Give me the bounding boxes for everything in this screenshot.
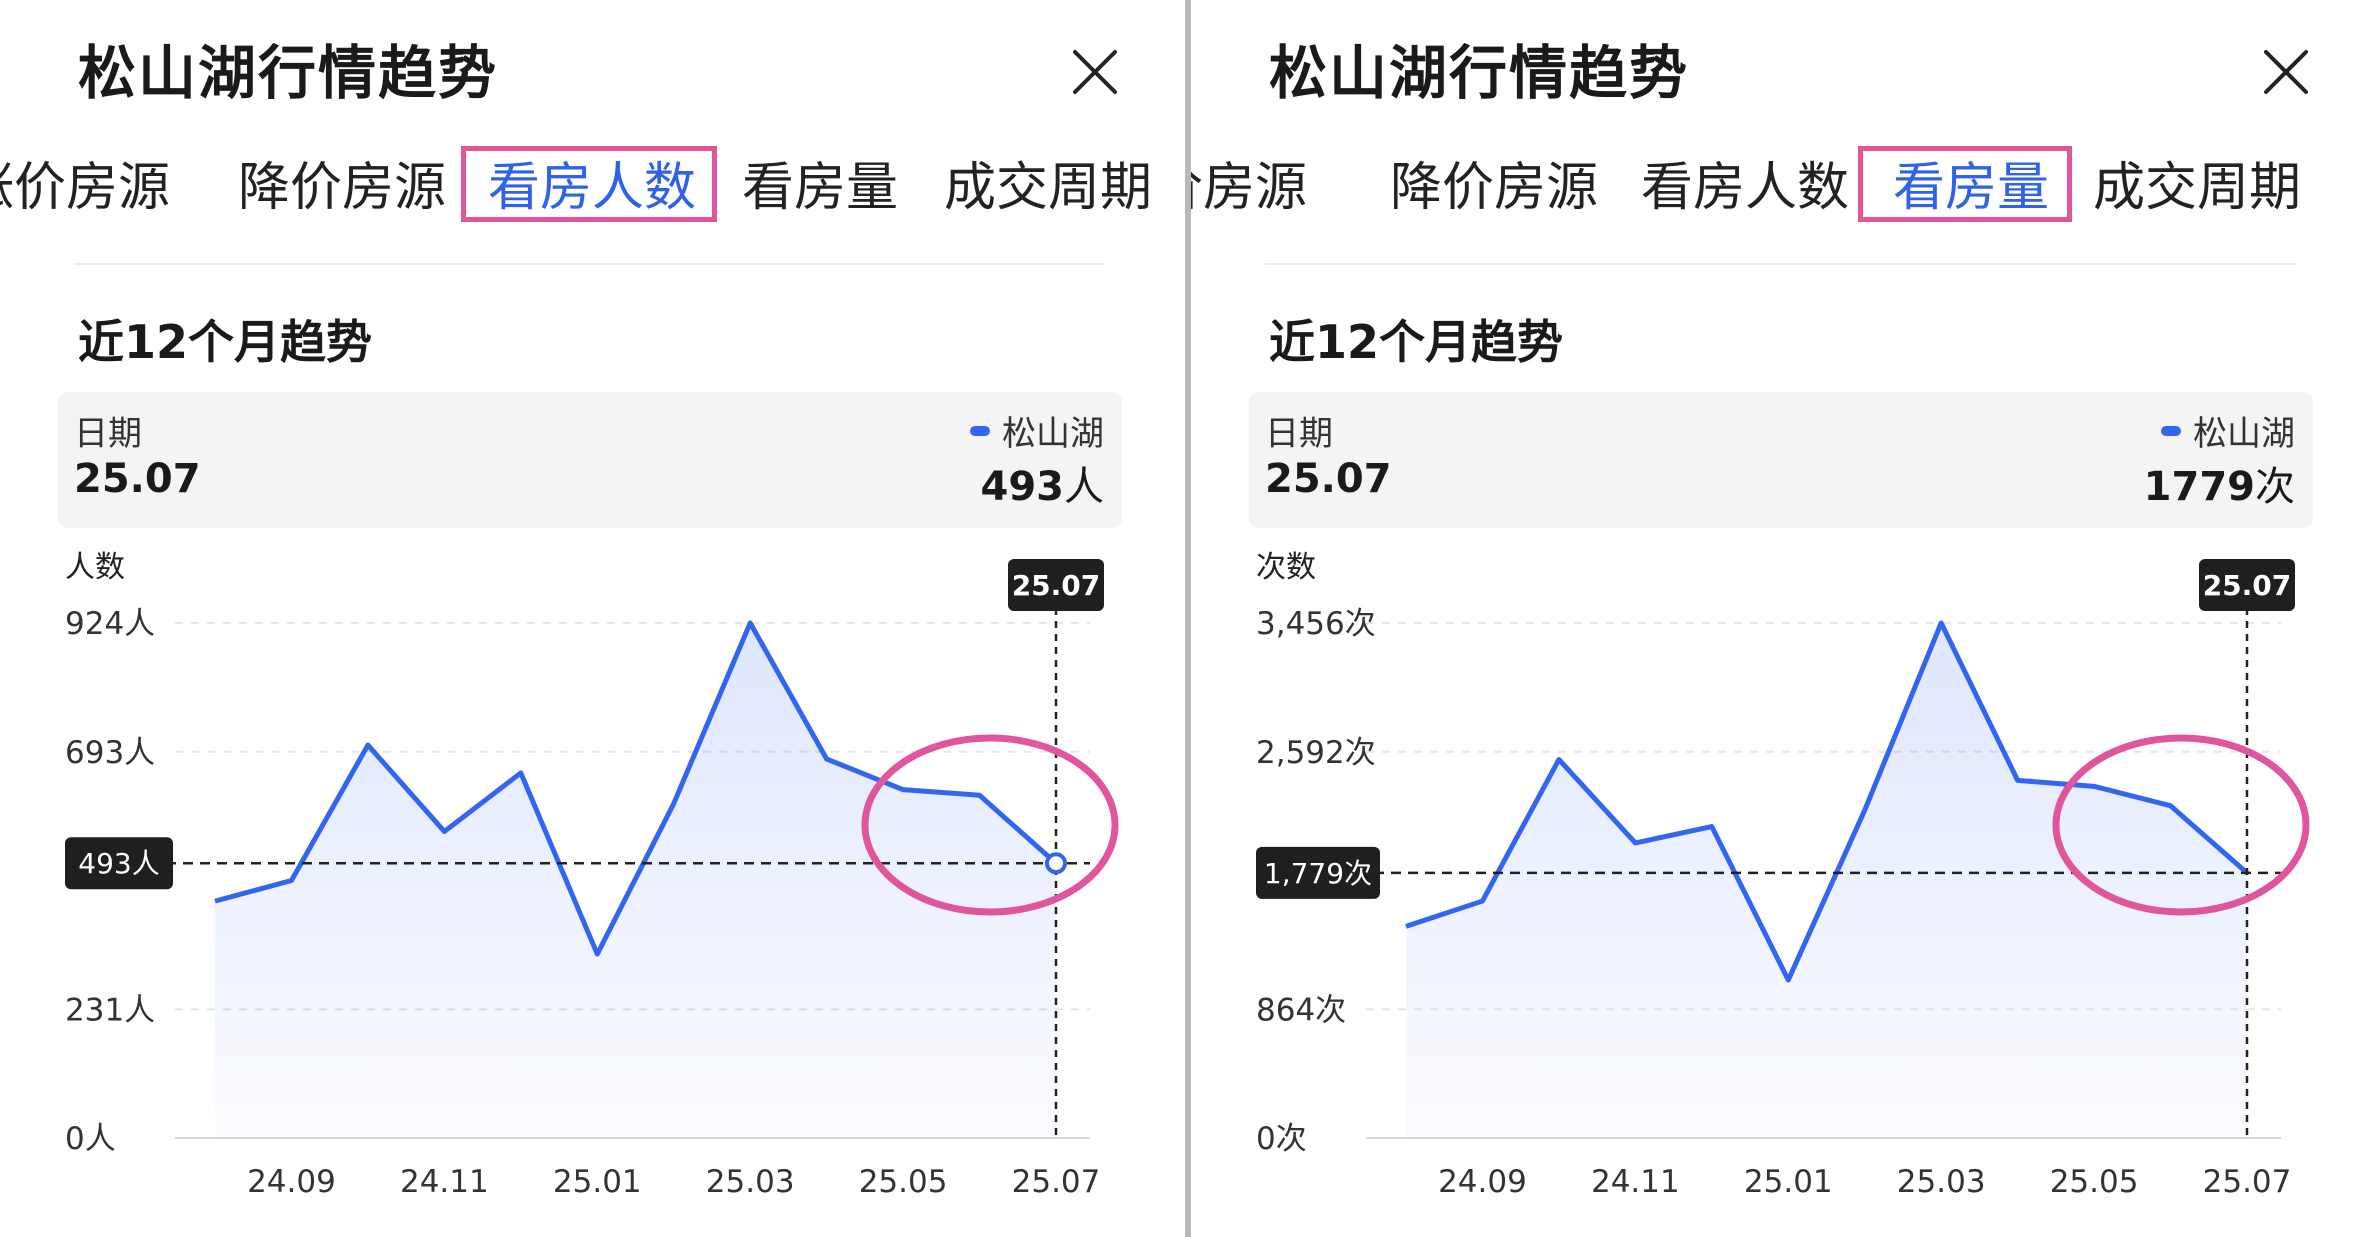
y-tick-label: 3,456次 (1256, 606, 1376, 642)
y-tick-label: 693人 (65, 735, 155, 771)
x-tick-label: 25.07 (1012, 1164, 1101, 1200)
x-tick-label: 24.11 (400, 1164, 489, 1200)
x-tick-label: 25.01 (1744, 1164, 1833, 1200)
x-tick-label: 25.01 (553, 1164, 642, 1200)
y-tick-label: 0人 (65, 1121, 116, 1157)
panel-left: 松山湖行情趋势 涨价房源 降价房源 看房人数 看房量 成交周期 近12个月趋势 … (0, 0, 1185, 1237)
x-tick-label: 25.05 (859, 1164, 948, 1200)
trend-chart[interactable]: 人数 924人 693人 231人 0人 24.09 24.11 25.01 25.03 25.0… (0, 0, 1185, 1237)
y-axis-unit-label: 人数 (65, 550, 125, 585)
x-tick-label: 24.11 (1591, 1164, 1680, 1200)
series-area (1406, 623, 2247, 1138)
y-tick-label: 0次 (1256, 1121, 1307, 1157)
crosshair-y-label: 1,779次 (1264, 857, 1372, 890)
y-tick-label: 864次 (1256, 992, 1346, 1028)
tooltip-date: 25.07 (2203, 569, 2292, 602)
y-tick-label: 924人 (65, 606, 155, 642)
y-axis-unit-label: 次数 (1256, 550, 1316, 585)
y-tick-label: 231人 (65, 992, 155, 1028)
trend-chart[interactable]: 次数 3,456次 2,592次 864次 0次 24.09 24.11 25.01 25.03… (1191, 0, 2370, 1237)
crosshair-y-label: 493人 (78, 847, 159, 880)
tooltip-date: 25.07 (1012, 569, 1101, 602)
x-tick-label: 25.03 (706, 1164, 795, 1200)
panel-right: 松山湖行情趋势 涨价房源 降价房源 看房人数 看房量 成交周期 近12个月趋势 … (1191, 0, 2370, 1237)
active-point-marker (1045, 852, 1067, 875)
x-tick-label: 24.09 (247, 1164, 336, 1200)
x-tick-label: 25.05 (2050, 1164, 2139, 1200)
x-tick-label: 25.03 (1897, 1164, 1986, 1200)
x-tick-label: 24.09 (1438, 1164, 1527, 1200)
y-tick-label: 2,592次 (1256, 735, 1376, 771)
x-tick-label: 25.07 (2203, 1164, 2292, 1200)
